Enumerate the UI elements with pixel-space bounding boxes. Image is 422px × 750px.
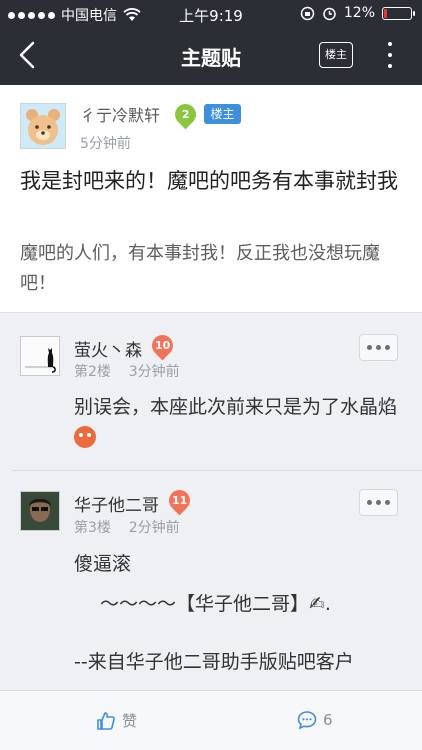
page-title: 主题贴 [181,46,241,70]
op-tag: 楼主 [204,104,241,124]
battery-percent: 12% [343,5,375,21]
more-dot-icon [388,42,392,46]
more-dot-icon [376,345,381,350]
battery-level-fill [384,8,387,18]
status-bar: 中国电信 上午9:19 12% [0,0,422,28]
level-number: 11 [171,494,188,507]
more-dot-icon [385,345,390,350]
like-label: 赞 [122,712,138,730]
person-avatar-icon [21,492,59,530]
level-badge: 11 [164,485,195,516]
reply-time: 3分钟前 [128,364,180,380]
post-time: 5分钟前 [80,136,131,152]
floor-number: 第2楼 [74,364,111,380]
status-right: 12% [300,5,415,21]
battery-icon [382,6,415,20]
reply-item: 华子他二哥 11 第3楼 2分钟前 傻逼滚 ～～～～【华子他二哥】✍. --来自… [0,471,422,691]
alarm-icon [323,7,336,20]
level-badge: 2 [170,99,201,130]
bear-avatar-icon [26,109,60,145]
post-body: 魔吧的人们，有本事封我！反正我也没想玩魔吧！ [20,243,380,294]
level-number: 10 [154,339,171,352]
reply-author-name[interactable]: 华子他二哥 [74,491,159,516]
level-number: 2 [181,108,190,121]
reply-list: 萤火丶森 10 第2楼 3分钟前 别误会，本座此次前来只是为了水晶焰 华子他二哥… [0,314,422,690]
reply-more-button[interactable] [359,334,398,361]
reply-meta: 第2楼 3分钟前 [74,361,180,381]
reply-more-button[interactable] [359,489,398,516]
more-dot-icon [385,500,390,505]
reply-text: 别误会，本座此次前来只是为了水晶焰 [74,396,398,418]
comment-bubble-icon [297,711,317,730]
more-dot-icon [367,345,372,350]
reply-author-name[interactable]: 萤火丶森 [74,336,142,361]
reply-client-source: --来自华子他二哥助手版贴吧客户 [74,651,354,673]
comment-button[interactable]: 6 [297,710,333,730]
main-post: 彳亍冷默轩 2 楼主 5分钟前 我是封吧来的！魔吧的吧务有本事就封我 魔吧的人们… [0,85,422,313]
top-bar: 中国电信 上午9:19 12% 主题贴 楼主 [0,0,422,85]
more-dot-icon [388,64,392,68]
like-button[interactable]: 赞 [96,710,137,731]
thumbs-up-icon [97,711,115,730]
reply-time: 2分钟前 [128,520,180,536]
nav-bar: 主题贴 楼主 [0,28,422,85]
reply-item: 萤火丶森 10 第2楼 3分钟前 别误会，本座此次前来只是为了水晶焰 [0,314,422,470]
level-badge: 10 [147,330,178,361]
more-dot-icon [367,500,372,505]
more-dot-icon [388,53,392,57]
reply-avatar[interactable] [20,336,60,376]
author-name[interactable]: 彳亍冷默轩 [80,102,160,126]
bottom-action-bar: 赞 6 [0,690,422,750]
more-dot-icon [376,500,381,505]
reply-meta: 第3楼 2分钟前 [74,517,180,537]
only-op-button[interactable]: 楼主 [319,42,353,68]
reply-content-line: 傻逼滚 [74,553,132,575]
reply-signature: ～～～～【华子他二哥】✍. [100,593,331,615]
reply-content: 别误会，本座此次前来只是为了水晶焰 [74,392,410,454]
emoji-face-icon [74,426,96,448]
comment-count: 6 [323,711,333,729]
reply-avatar[interactable] [20,491,60,531]
post-title: 我是封吧来的！魔吧的吧务有本事就封我 [20,169,398,193]
more-options-button[interactable] [384,40,396,70]
floor-number: 第3楼 [74,520,111,536]
cat-avatar-icon [21,337,59,375]
author-avatar[interactable] [20,103,66,149]
rotation-lock-icon [300,6,315,20]
